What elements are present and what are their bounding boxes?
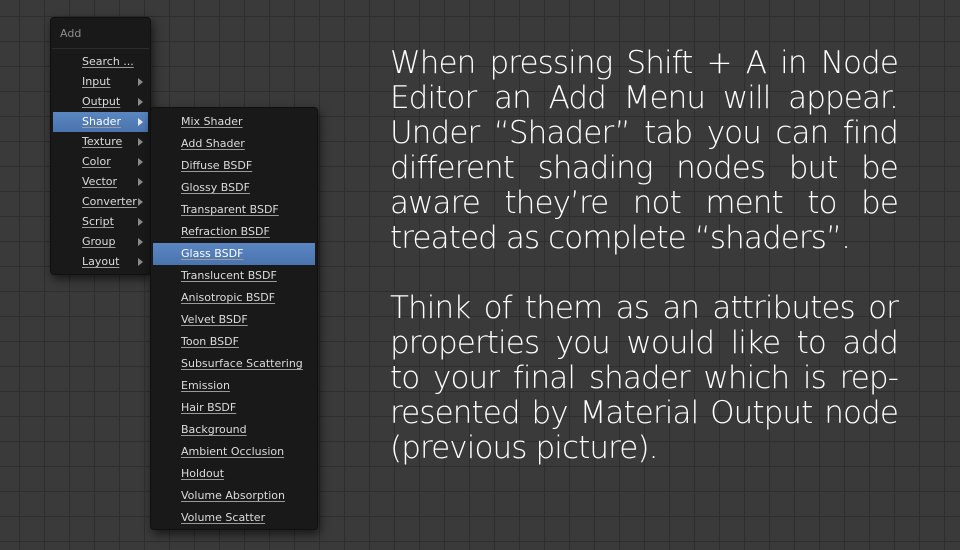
- menu-divider: [52, 48, 149, 49]
- shader-item-subsurface-scattering[interactable]: Subsurface Scattering: [153, 353, 315, 375]
- shader-item-label: Emission: [181, 379, 230, 392]
- shader-item-label: Velvet BSDF: [181, 313, 248, 326]
- shader-item-label: Mix Shader: [181, 115, 243, 128]
- menu-item-label: Script: [82, 215, 114, 228]
- menu-item-label: Color: [82, 155, 111, 168]
- description-paragraph-2: Think of them as an attributes or proper…: [390, 290, 899, 466]
- menu-item-group[interactable]: Group: [53, 232, 148, 252]
- menu-item-label: Texture: [82, 135, 123, 148]
- shader-item-anisotropic-bsdf[interactable]: Anisotropic BSDF: [153, 287, 315, 309]
- shader-item-label: Glass BSDF: [181, 247, 244, 260]
- menu-item-vector[interactable]: Vector: [53, 172, 148, 192]
- submenu-arrow-icon: [138, 238, 143, 246]
- submenu-arrow-icon: [138, 158, 143, 166]
- submenu-arrow-icon: [138, 138, 143, 146]
- shader-item-emission[interactable]: Emission: [153, 375, 315, 397]
- menu-item-label: Input: [82, 75, 111, 88]
- menu-item-color[interactable]: Color: [53, 152, 148, 172]
- shader-item-translucent-bsdf[interactable]: Translucent BSDF: [153, 265, 315, 287]
- shader-item-add-shader[interactable]: Add Shader: [153, 133, 315, 155]
- shader-item-diffuse-bsdf[interactable]: Diffuse BSDF: [153, 155, 315, 177]
- shader-item-label: Add Shader: [181, 137, 245, 150]
- shader-item-label: Transparent BSDF: [181, 203, 279, 216]
- shader-item-toon-bsdf[interactable]: Toon BSDF: [153, 331, 315, 353]
- menu-item-label: Output: [82, 95, 121, 108]
- submenu-arrow-icon: [138, 98, 143, 106]
- menu-item-shader[interactable]: Shader: [53, 112, 148, 132]
- shader-item-glossy-bsdf[interactable]: Glossy BSDF: [153, 177, 315, 199]
- shader-item-holdout[interactable]: Holdout: [153, 463, 315, 485]
- shader-submenu: Mix Shader Add Shader Diffuse BSDF Glossy B…: [150, 107, 318, 530]
- menu-item-converter[interactable]: Converter: [53, 192, 148, 212]
- add-menu: Add Search ... Input Output Shader Texture Co…: [50, 17, 151, 275]
- menu-item-label: Search ...: [82, 55, 134, 68]
- shader-item-mix-shader[interactable]: Mix Shader: [153, 111, 315, 133]
- add-menu-title: Add: [60, 27, 82, 40]
- shader-item-label: Volume Absorption: [181, 489, 285, 502]
- shader-item-ambient-occlusion[interactable]: Ambient Occlusion: [153, 441, 315, 463]
- shader-item-transparent-bsdf[interactable]: Transparent BSDF: [153, 199, 315, 221]
- shader-item-velvet-bsdf[interactable]: Velvet BSDF: [153, 309, 315, 331]
- submenu-arrow-icon: [138, 198, 143, 206]
- description-paragraph-1: When pressing Shift + A in Node Editor a…: [390, 45, 899, 256]
- menu-item-search[interactable]: Search ...: [53, 52, 148, 72]
- submenu-arrow-icon: [138, 178, 143, 186]
- menu-item-label: Vector: [82, 175, 118, 188]
- submenu-arrow-icon: [138, 258, 143, 266]
- menu-item-layout[interactable]: Layout: [53, 252, 148, 272]
- shader-item-label: Toon BSDF: [181, 335, 239, 348]
- shader-item-label: Volume Scatter: [181, 511, 266, 524]
- menu-item-label: Converter: [82, 195, 137, 208]
- shader-item-background[interactable]: Background: [153, 419, 315, 441]
- shader-item-label: Glossy BSDF: [181, 181, 250, 194]
- shader-item-label: Ambient Occlusion: [181, 445, 285, 458]
- shader-item-volume-absorption[interactable]: Volume Absorption: [153, 485, 315, 507]
- shader-item-label: Hair BSDF: [181, 401, 237, 414]
- menu-item-output[interactable]: Output: [53, 92, 148, 112]
- shader-item-label: Translucent BSDF: [181, 269, 277, 282]
- shader-item-hair-bsdf[interactable]: Hair BSDF: [153, 397, 315, 419]
- shader-item-volume-scatter[interactable]: Volume Scatter: [153, 507, 315, 529]
- menu-item-label: Group: [82, 235, 116, 248]
- submenu-arrow-icon: [138, 118, 143, 126]
- shader-item-label: Refraction BSDF: [181, 225, 270, 238]
- shader-item-label: Holdout: [181, 467, 225, 480]
- shader-item-refraction-bsdf[interactable]: Refraction BSDF: [153, 221, 315, 243]
- shader-item-label: Subsurface Scattering: [181, 357, 303, 370]
- menu-item-script[interactable]: Script: [53, 212, 148, 232]
- menu-item-texture[interactable]: Texture: [53, 132, 148, 152]
- menu-item-label: Shader: [82, 115, 121, 128]
- shader-item-label: Diffuse BSDF: [181, 159, 253, 172]
- shader-item-glass-bsdf[interactable]: Glass BSDF: [153, 243, 315, 265]
- submenu-arrow-icon: [138, 218, 143, 226]
- menu-item-input[interactable]: Input: [53, 72, 148, 92]
- submenu-arrow-icon: [138, 78, 143, 86]
- shader-item-label: Anisotropic BSDF: [181, 291, 276, 304]
- shader-item-label: Background: [181, 423, 247, 436]
- menu-item-label: Layout: [82, 255, 120, 268]
